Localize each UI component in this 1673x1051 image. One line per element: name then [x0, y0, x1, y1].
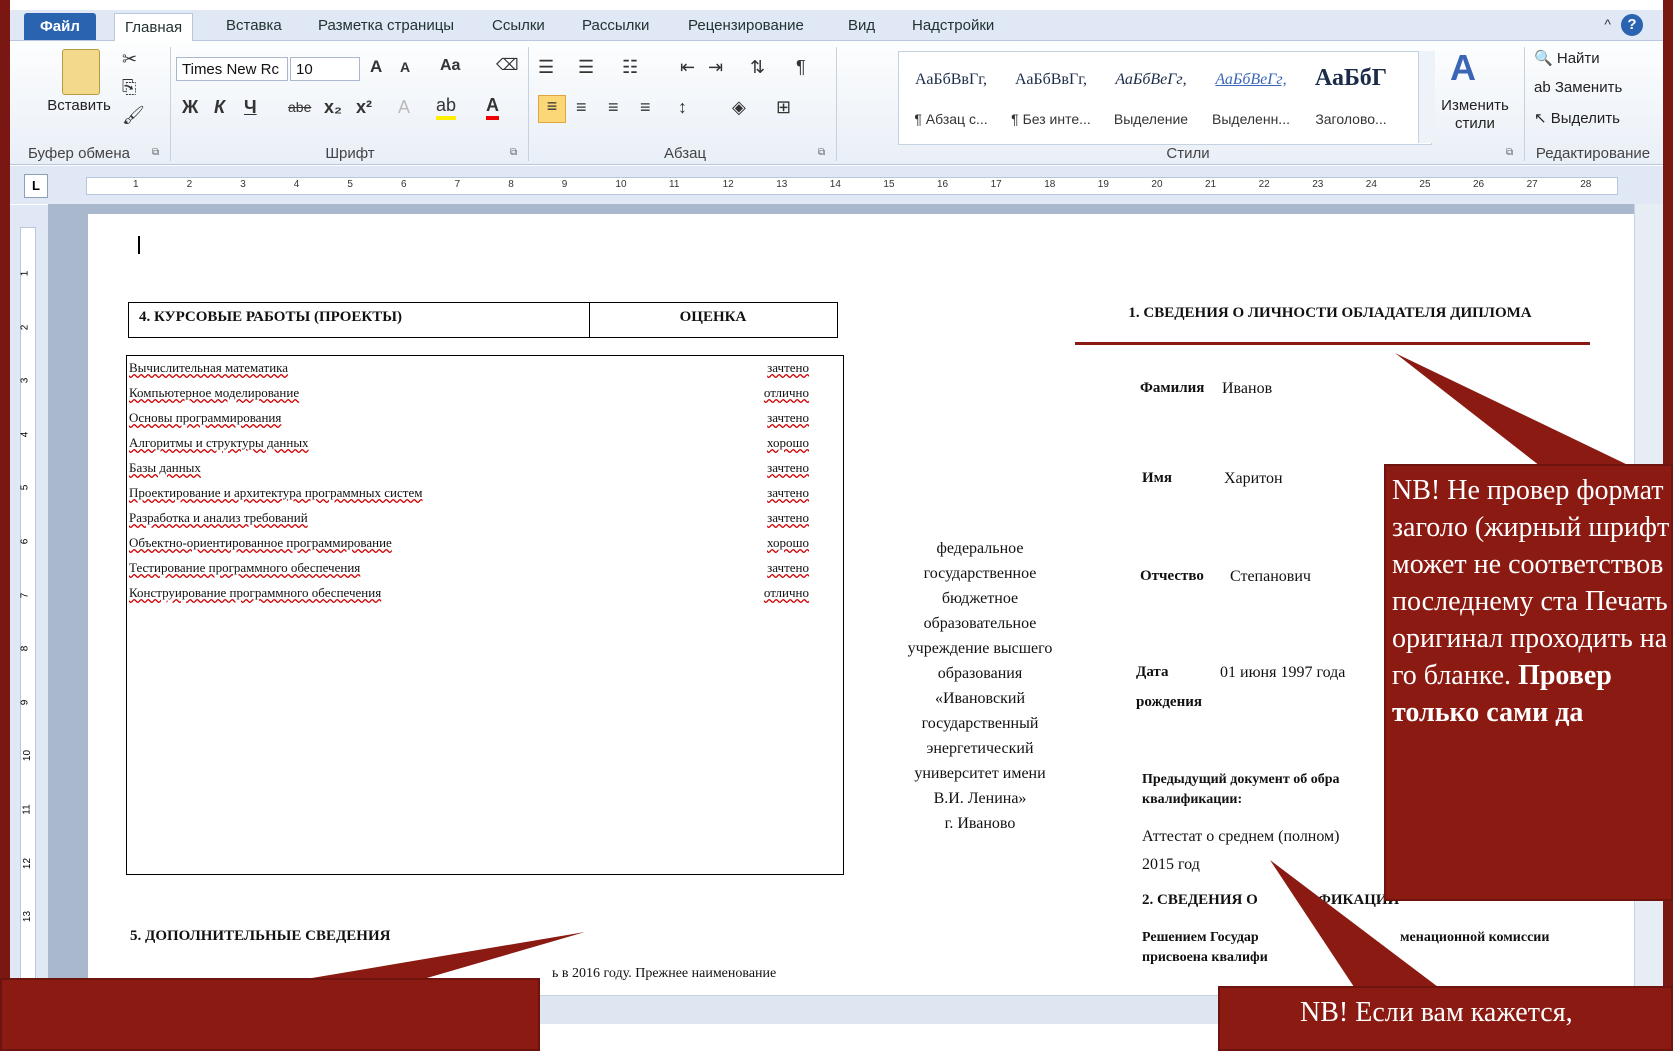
callout-pointer-right [1395, 353, 1630, 466]
callout-bottom-text: NB! Если вам кажется, [1300, 997, 1573, 1028]
callout-bottom: NB! Если вам кажется, [1218, 986, 1673, 1051]
callout-pointer-left [300, 932, 585, 980]
callout-right: NB! Не провер формат заголо (жирный шриф… [1384, 464, 1673, 901]
callout-right-text: NB! Не провер формат заголо (жирный шриф… [1392, 475, 1670, 691]
word-window: Файл Главная Вставка Разметка страницы С… [0, 0, 1673, 1051]
callout-left [0, 978, 540, 1051]
